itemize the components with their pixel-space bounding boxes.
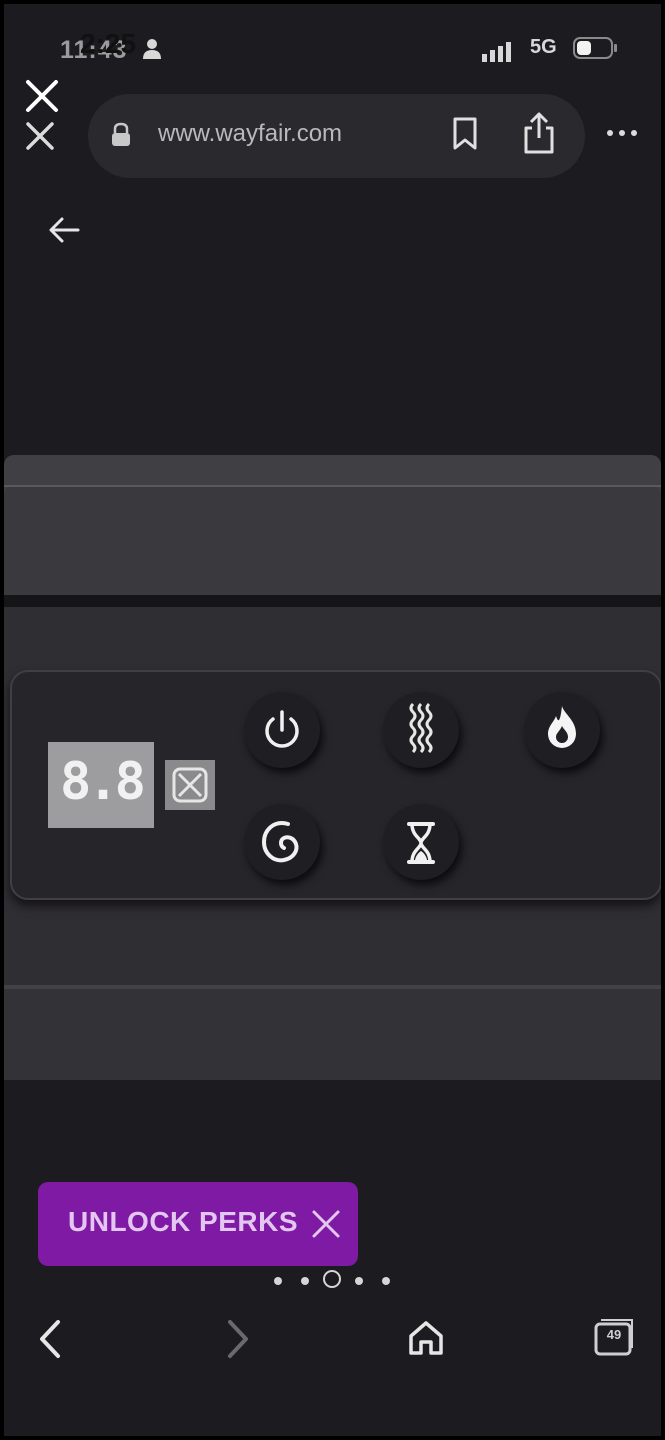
signal-icon — [482, 42, 511, 62]
share-icon[interactable] — [520, 110, 558, 156]
browser-forward-icon — [228, 1320, 248, 1358]
carousel-dot-active[interactable] — [323, 1270, 341, 1288]
product-bottom-band — [4, 989, 661, 1080]
carousel-indicator[interactable] — [268, 1268, 398, 1294]
browser-back-icon[interactable] — [30, 1314, 70, 1364]
back-arrow-icon[interactable] — [44, 210, 84, 250]
home-icon[interactable] — [404, 1316, 448, 1360]
flame-button[interactable] — [524, 692, 600, 768]
bookmark-icon[interactable] — [450, 116, 480, 152]
power-icon — [265, 710, 299, 748]
status-bar: 11:43 2:25 5G — [0, 0, 665, 80]
timer-button[interactable] — [383, 804, 459, 880]
carousel-dot[interactable] — [274, 1277, 282, 1285]
battery-icon — [573, 37, 617, 59]
timer-icon — [407, 822, 435, 864]
carousel-dot[interactable] — [355, 1277, 363, 1285]
heat-mode-button[interactable] — [383, 692, 459, 768]
more-options-icon[interactable] — [605, 126, 639, 140]
tabs-count: 49 — [606, 1327, 622, 1342]
fan-button[interactable] — [244, 804, 320, 880]
status-time: 2:25 — [80, 28, 137, 59]
close-tab-icon[interactable] — [20, 116, 60, 156]
product-seam — [4, 595, 661, 607]
promo-close-icon[interactable] — [306, 1204, 346, 1244]
swirl-icon — [261, 821, 299, 863]
carousel-dot[interactable] — [382, 1277, 390, 1285]
unlock-perks-label: UNLOCK PERKS — [68, 1206, 299, 1237]
heat-waves-icon — [409, 702, 433, 754]
carousel-dot[interactable] — [301, 1277, 309, 1285]
url-text[interactable]: www.wayfair.com — [158, 120, 342, 148]
person-icon — [143, 39, 161, 59]
display-digits: 8.8 — [60, 752, 146, 812]
overlay-close-icon[interactable] — [22, 76, 62, 116]
network-type: 5G — [530, 36, 557, 58]
power-button[interactable] — [244, 692, 320, 768]
product-edge-highlight — [4, 485, 661, 487]
child-lock-icon — [165, 760, 215, 810]
lock-icon — [112, 122, 130, 146]
flame-icon — [548, 706, 576, 748]
product-top-band — [4, 455, 661, 595]
unlock-perks-banner[interactable]: UNLOCK PERKS — [38, 1182, 358, 1266]
